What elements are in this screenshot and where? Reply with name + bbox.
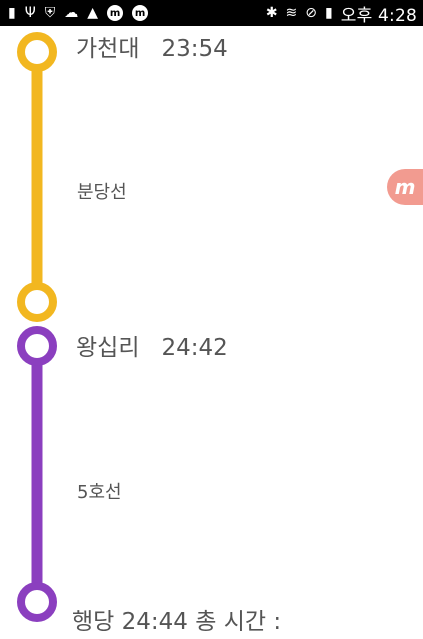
station-name: 왕십리: [76, 335, 140, 361]
line-label-line5: 5호선: [77, 482, 122, 503]
stop-marker-gachondae: [17, 32, 57, 72]
battery-icon: ▮: [325, 5, 333, 21]
usb-icon: Ψ: [24, 5, 36, 21]
message-icon: ▮: [8, 5, 16, 21]
stop-marker-wangsimni-top: [17, 282, 57, 322]
stop-marker-haengdang: [17, 582, 57, 622]
final-station-summary: 행당 24:44 총 시간 :: [72, 609, 282, 635]
station-time: 23:54: [161, 36, 228, 62]
stop-marker-wangsimni-bottom: [17, 326, 57, 366]
route-detail: 가천대 23:54 분당선 왕십리 24:42 5호선 m: [0, 26, 423, 639]
floating-app-button[interactable]: m: [387, 169, 423, 205]
warning-icon: ▲: [87, 5, 99, 21]
status-bar: ▮ Ψ ⛨ ☁ ▲ m m ✱ ≋ ⊘ ▮ 오후 4:28: [0, 0, 423, 26]
bluetooth-icon: ✱: [265, 5, 278, 21]
station-wangsimni: 왕십리 24:42: [76, 328, 228, 362]
station-time: 24:42: [161, 335, 228, 361]
app-badge-icon: m: [107, 5, 124, 21]
wifi-icon: ≋: [285, 5, 298, 21]
app-badge-icon: m: [132, 5, 149, 21]
do-not-disturb-icon: ⊘: [305, 5, 318, 21]
status-bar-left: ▮ Ψ ⛨ ☁ ▲ m m: [8, 5, 149, 21]
station-name: 가천대: [76, 36, 140, 62]
cloud-icon: ☁: [64, 5, 79, 21]
line-label-bundang: 분당선: [77, 182, 127, 203]
status-bar-right: ✱ ≋ ⊘ ▮ 오후 4:28: [266, 1, 417, 26]
shield-icon: ⛨: [44, 5, 56, 21]
status-time: 오후 4:28: [340, 5, 417, 26]
station-gachondae: 가천대 23:54: [76, 29, 228, 63]
floating-app-label: m: [394, 175, 416, 199]
